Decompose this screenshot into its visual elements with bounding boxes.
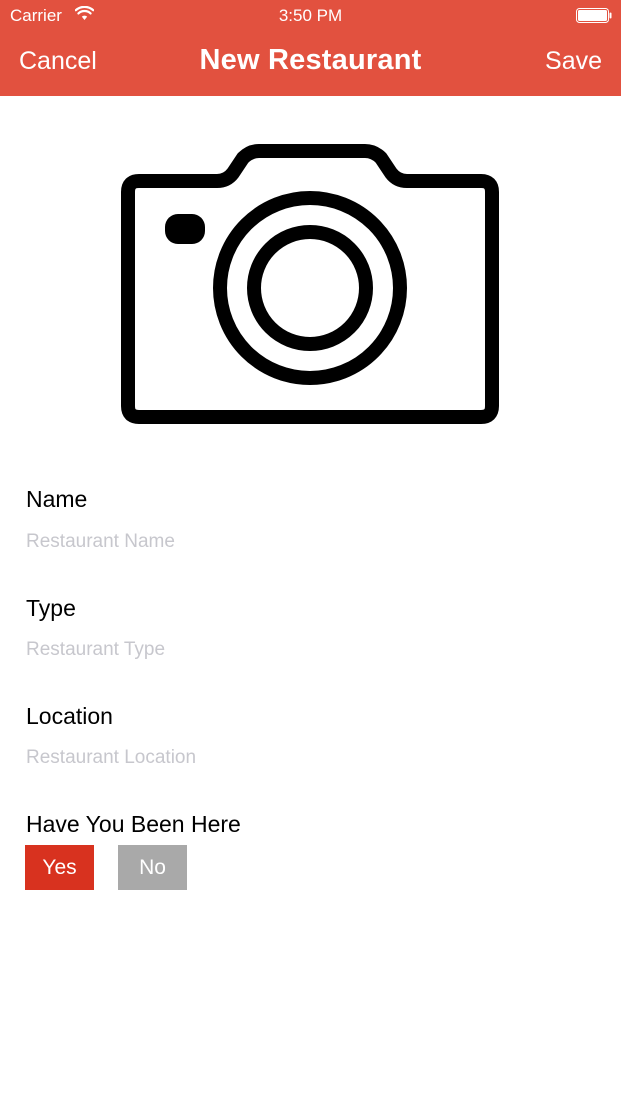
restaurant-name-input[interactable] (26, 527, 596, 557)
photo-picker[interactable] (119, 144, 501, 428)
location-label: Location (26, 703, 113, 729)
type-label: Type (26, 595, 76, 621)
battery-icon (576, 8, 612, 23)
camera-icon (121, 144, 499, 424)
no-button[interactable]: No (118, 845, 187, 890)
save-button[interactable]: Save (545, 47, 602, 76)
restaurant-location-input[interactable] (26, 743, 596, 773)
yes-button[interactable]: Yes (25, 845, 94, 890)
page-title: New Restaurant (199, 44, 422, 76)
name-label: Name (26, 486, 88, 512)
status-time: 3:50 PM (278, 6, 343, 25)
restaurant-type-input[interactable] (26, 635, 596, 665)
status-bar: Carrier 3:50 PM (0, 0, 621, 32)
visited-label: Have You Been Here (26, 811, 241, 837)
navigation-bar: Carrier 3:50 PM Cancel New Restaurant Sa… (0, 0, 621, 96)
